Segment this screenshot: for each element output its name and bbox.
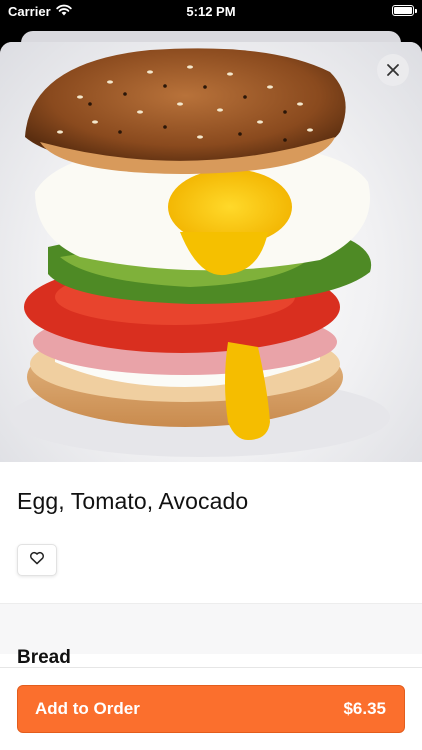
heart-icon xyxy=(29,551,45,570)
item-title: Egg, Tomato, Avocado xyxy=(17,488,249,514)
favorite-button[interactable] xyxy=(17,544,57,576)
item-hero-image xyxy=(0,42,422,462)
add-to-order-label: Add to Order xyxy=(35,699,140,718)
order-price: $6.35 xyxy=(343,699,386,718)
app-screen: Carrier 5:12 PM Egg, Tomato, Avocado Bre… xyxy=(0,0,422,750)
clock: 5:12 PM xyxy=(186,4,236,19)
section-heading-bread: Bread xyxy=(17,647,71,668)
add-to-order-button[interactable]: Add to Order $6.35 xyxy=(17,685,405,733)
item-detail-sheet: Egg, Tomato, Avocado Bread Add to Order … xyxy=(0,42,422,750)
close-button[interactable] xyxy=(377,54,409,86)
status-bar: Carrier 5:12 PM xyxy=(0,0,422,24)
battery-icon xyxy=(392,5,417,16)
sandwich-illustration xyxy=(10,48,390,457)
order-footer: Add to Order $6.35 xyxy=(0,667,422,750)
close-icon xyxy=(386,63,400,77)
